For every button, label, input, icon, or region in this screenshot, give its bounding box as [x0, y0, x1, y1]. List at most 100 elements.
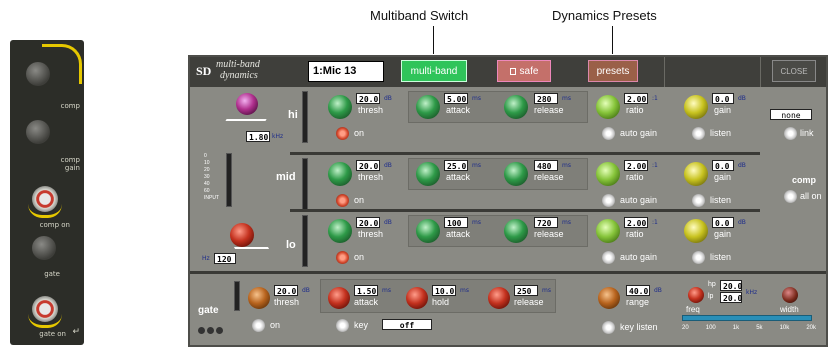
auto-gain-label: auto gain: [620, 195, 658, 205]
gate-freq-range-bar[interactable]: [682, 315, 812, 321]
release-knob[interactable]: [504, 219, 528, 243]
thresh-knob[interactable]: [328, 162, 352, 186]
thresh-unit: dB: [384, 95, 392, 102]
gain-knob[interactable]: [684, 162, 708, 186]
gate-key-select[interactable]: off: [382, 319, 432, 330]
attack-knob[interactable]: [416, 162, 440, 186]
attack-unit: ms: [472, 95, 481, 102]
channel-name-field[interactable]: 1:Mic 13: [308, 61, 384, 82]
band-on-button[interactable]: [336, 194, 349, 207]
thresh-value[interactable]: 20.0: [356, 217, 380, 228]
gate-knob[interactable]: [32, 236, 56, 260]
release-value[interactable]: 280: [534, 93, 558, 104]
gate-on-toggle[interactable]: [252, 319, 265, 332]
ratio-value[interactable]: 2.00: [624, 217, 648, 228]
gate-separator: [190, 271, 826, 274]
band-on-button[interactable]: [336, 251, 349, 264]
gate-release-knob[interactable]: [488, 287, 510, 309]
thresh-value[interactable]: 20.0: [356, 160, 380, 171]
listen-button[interactable]: [692, 127, 705, 140]
gate-freq-knob[interactable]: [688, 287, 704, 303]
ratio-knob[interactable]: [596, 162, 620, 186]
gate-key-listen-label: key listen: [620, 322, 658, 332]
gate-thresh-knob[interactable]: [248, 287, 270, 309]
thresh-knob[interactable]: [328, 95, 352, 119]
thresh-knob[interactable]: [328, 219, 352, 243]
gain-unit: dB: [738, 219, 746, 226]
gate-release-label: release: [514, 297, 544, 307]
gate-hold-unit: ms: [460, 287, 469, 294]
thresh-value[interactable]: 20.0: [356, 93, 380, 104]
gain-value[interactable]: 0.0: [712, 160, 734, 171]
ratio-knob[interactable]: [596, 219, 620, 243]
auto-gain-label: auto gain: [620, 252, 658, 262]
gain-unit: dB: [738, 95, 746, 102]
ratio-value[interactable]: 2.00: [624, 160, 648, 171]
release-value[interactable]: 720: [534, 217, 558, 228]
hi-crossover-knob[interactable]: [236, 93, 258, 115]
gate-hp-value[interactable]: 20.0: [720, 280, 742, 291]
gain-value[interactable]: 0.0: [712, 217, 734, 228]
safe-button[interactable]: safe: [497, 60, 551, 82]
band-on-button[interactable]: [336, 127, 349, 140]
crossover-section: hi 1.80 kHz 0 10 20 30 40 60 INPUT mid l…: [198, 91, 298, 271]
gate-width-knob[interactable]: [782, 287, 798, 303]
gate-key-listen-button[interactable]: [602, 321, 615, 334]
ratio-knob[interactable]: [596, 95, 620, 119]
gate-row: gate 20.0 dB thresh on 1.50 ms attack 10…: [190, 275, 826, 345]
multi-band-button[interactable]: multi-band: [401, 60, 467, 82]
lock-icon: [509, 67, 516, 75]
presets-button[interactable]: presets: [588, 60, 638, 82]
gate-release-value[interactable]: 250: [514, 285, 538, 296]
multiband-callout: Multiband Switch: [370, 8, 469, 23]
gate-hp-label: hp: [708, 281, 716, 288]
title-bar: SD multi-band dynamics 1:Mic 13 multi-ba…: [190, 57, 826, 87]
attack-value[interactable]: 100: [444, 217, 468, 228]
hi-crossover-value[interactable]: 1.80: [246, 131, 270, 142]
gain-label: gain: [714, 229, 732, 239]
lo-crossover-knob[interactable]: [230, 223, 254, 247]
gate-range-label: range: [626, 297, 650, 307]
gate-range-knob[interactable]: [598, 287, 620, 309]
auto-gain-button[interactable]: [602, 194, 615, 207]
link-button[interactable]: [784, 127, 797, 140]
close-button[interactable]: CLOSE: [772, 60, 816, 82]
gate-attack-knob[interactable]: [328, 287, 350, 309]
gate-hold-knob[interactable]: [406, 287, 428, 309]
band-on-label: on: [354, 195, 365, 205]
gate-hold-value[interactable]: 10.0: [432, 285, 456, 296]
comp-knob[interactable]: [26, 62, 50, 86]
attack-value[interactable]: 25.0: [444, 160, 468, 171]
thresh-label: thresh: [358, 229, 384, 239]
attack-knob[interactable]: [416, 95, 440, 119]
band-separator: [290, 152, 760, 155]
gain-knob[interactable]: [684, 95, 708, 119]
gate-thresh-value[interactable]: 20.0: [274, 285, 298, 296]
comp-gain-knob[interactable]: [26, 120, 50, 144]
comp-all-on-button[interactable]: [784, 190, 797, 203]
comp-on-arc: [28, 204, 62, 218]
release-knob[interactable]: [504, 162, 528, 186]
auto-gain-button[interactable]: [602, 127, 615, 140]
release-knob[interactable]: [504, 95, 528, 119]
ratio-value[interactable]: 2.00: [624, 93, 648, 104]
gate-range-value[interactable]: 40.0: [626, 285, 650, 296]
gate-on-label: on: [270, 320, 281, 330]
gain-value[interactable]: 0.0: [712, 93, 734, 104]
presets-callout-line: [612, 26, 613, 54]
attack-knob[interactable]: [416, 219, 440, 243]
attack-label: attack: [446, 105, 471, 115]
release-value[interactable]: 480: [534, 160, 558, 171]
attack-value[interactable]: 5.00: [444, 93, 468, 104]
lo-crossover-value[interactable]: 120: [214, 253, 236, 264]
gain-knob[interactable]: [684, 219, 708, 243]
link-select[interactable]: none: [770, 109, 812, 120]
ratio-label: ratio: [626, 229, 644, 239]
auto-gain-button[interactable]: [602, 251, 615, 264]
gate-lp-value[interactable]: 20.0: [720, 292, 742, 303]
attack-unit: ms: [472, 219, 481, 226]
listen-button[interactable]: [692, 251, 705, 264]
gate-attack-value[interactable]: 1.50: [354, 285, 378, 296]
gate-key-button[interactable]: [336, 319, 349, 332]
listen-button[interactable]: [692, 194, 705, 207]
